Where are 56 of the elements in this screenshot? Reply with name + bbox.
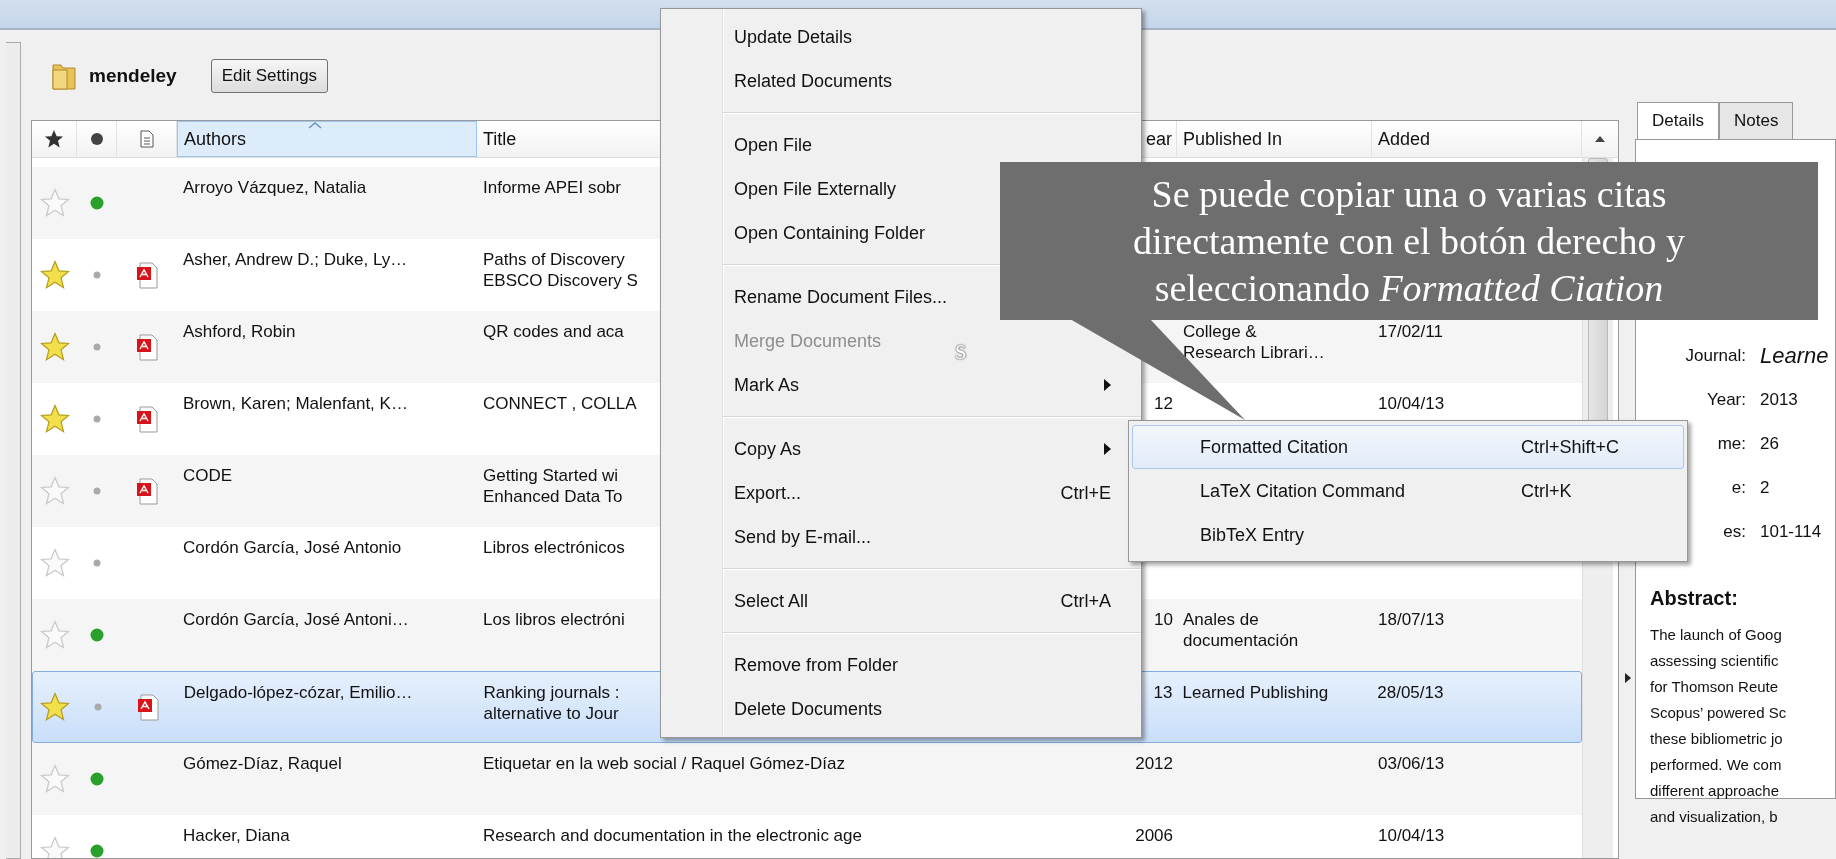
title-text: Los libros electróni — [483, 609, 625, 630]
added-date-text: 28/05/13 — [1377, 682, 1444, 703]
year-text: 2012 — [1135, 753, 1173, 774]
field-value: 2 — [1760, 477, 1771, 499]
year-text: 13 — [1153, 682, 1173, 703]
author-text: Asher, Andrew D.; Duke, Ly… — [183, 249, 408, 270]
added-date-text: 17/02/11 — [1378, 321, 1443, 342]
folder-name: mendeley — [89, 65, 177, 87]
author-text: CODE — [183, 465, 233, 486]
field-label: e: — [1730, 477, 1746, 499]
author-text: Ashford, Robin — [183, 321, 296, 342]
title-text: Paths of Discovery EBSCO Discovery S — [483, 249, 638, 291]
author-text: Brown, Karen; Malenfant, K… — [183, 393, 408, 414]
author-text: Hacker, Diana — [183, 825, 290, 846]
abstract-line: performed. We com — [1650, 755, 1783, 775]
field-label: Year: — [1705, 389, 1746, 411]
published-in-text: College & Research Librari… — [1183, 321, 1325, 363]
published-in-text: Anales de documentación — [1183, 609, 1299, 651]
author-text: Gómez-Díaz, Raquel — [183, 753, 342, 774]
field-value: 26 — [1760, 433, 1780, 455]
title-text: Informe APEI sobr — [483, 177, 621, 198]
author-text: Arroyo Vázquez, Natalia — [183, 177, 367, 198]
title-text: Etiquetar en la web social / Raquel Gómez-Díaz — [483, 753, 845, 774]
title-text: CONNECT , COLLA — [483, 393, 637, 414]
field-label: me: — [1716, 433, 1746, 455]
abstract-line: different approache — [1650, 781, 1780, 801]
year-text: 2006 — [1135, 825, 1173, 846]
year-text: 12 — [1154, 393, 1173, 414]
title-text: Libros electrónicos — [483, 537, 625, 558]
abstract-line: these bibliometric jo — [1650, 729, 1784, 749]
title-text: Ranking journals : alternative to Jour — [483, 682, 620, 724]
author-text: Delgado-lópez-cózar, Emilio… — [183, 682, 413, 703]
abstract-line: and visualization, b — [1650, 807, 1779, 827]
abstract-line: The launch of Goog — [1650, 625, 1783, 645]
author-text: Cordón García, José Antonio — [183, 537, 402, 558]
abstract-line: assessing scientific — [1650, 651, 1780, 671]
field-label: es: — [1722, 521, 1746, 543]
field-value: Learne — [1760, 345, 1830, 367]
published-in-text: Learned Publishing — [1182, 682, 1329, 703]
field-value: 2013 — [1760, 389, 1799, 411]
year-text: 10 — [1154, 609, 1173, 630]
title-text: QR codes and aca — [483, 321, 624, 342]
abstract-line: for Thomson Reute — [1650, 677, 1780, 697]
field-value: 101-114 — [1760, 521, 1823, 543]
callout-text: Se puede copiar una o varias citas directamente con el botón derecho y seleccionando Formatted Ciation — [1133, 171, 1685, 311]
title-text: Getting Started wi Enhanced Data To — [483, 465, 623, 507]
added-date-text: 03/06/13 — [1378, 753, 1445, 774]
added-date-text: 10/04/13 — [1378, 825, 1445, 846]
abstract-line: Scopus’ powered Sc — [1650, 703, 1788, 723]
added-date-text: 10/04/13 — [1378, 393, 1445, 414]
title-text: Research and documentation in the electronic age — [483, 825, 862, 846]
author-text: Cordón García, José Antoni… — [183, 609, 409, 630]
field-label: Journal: — [1684, 345, 1746, 367]
abstract-heading: Abstract: — [1650, 587, 1739, 610]
callout-text-fragment: s — [955, 332, 967, 366]
added-date-text: 18/07/13 — [1378, 609, 1445, 630]
